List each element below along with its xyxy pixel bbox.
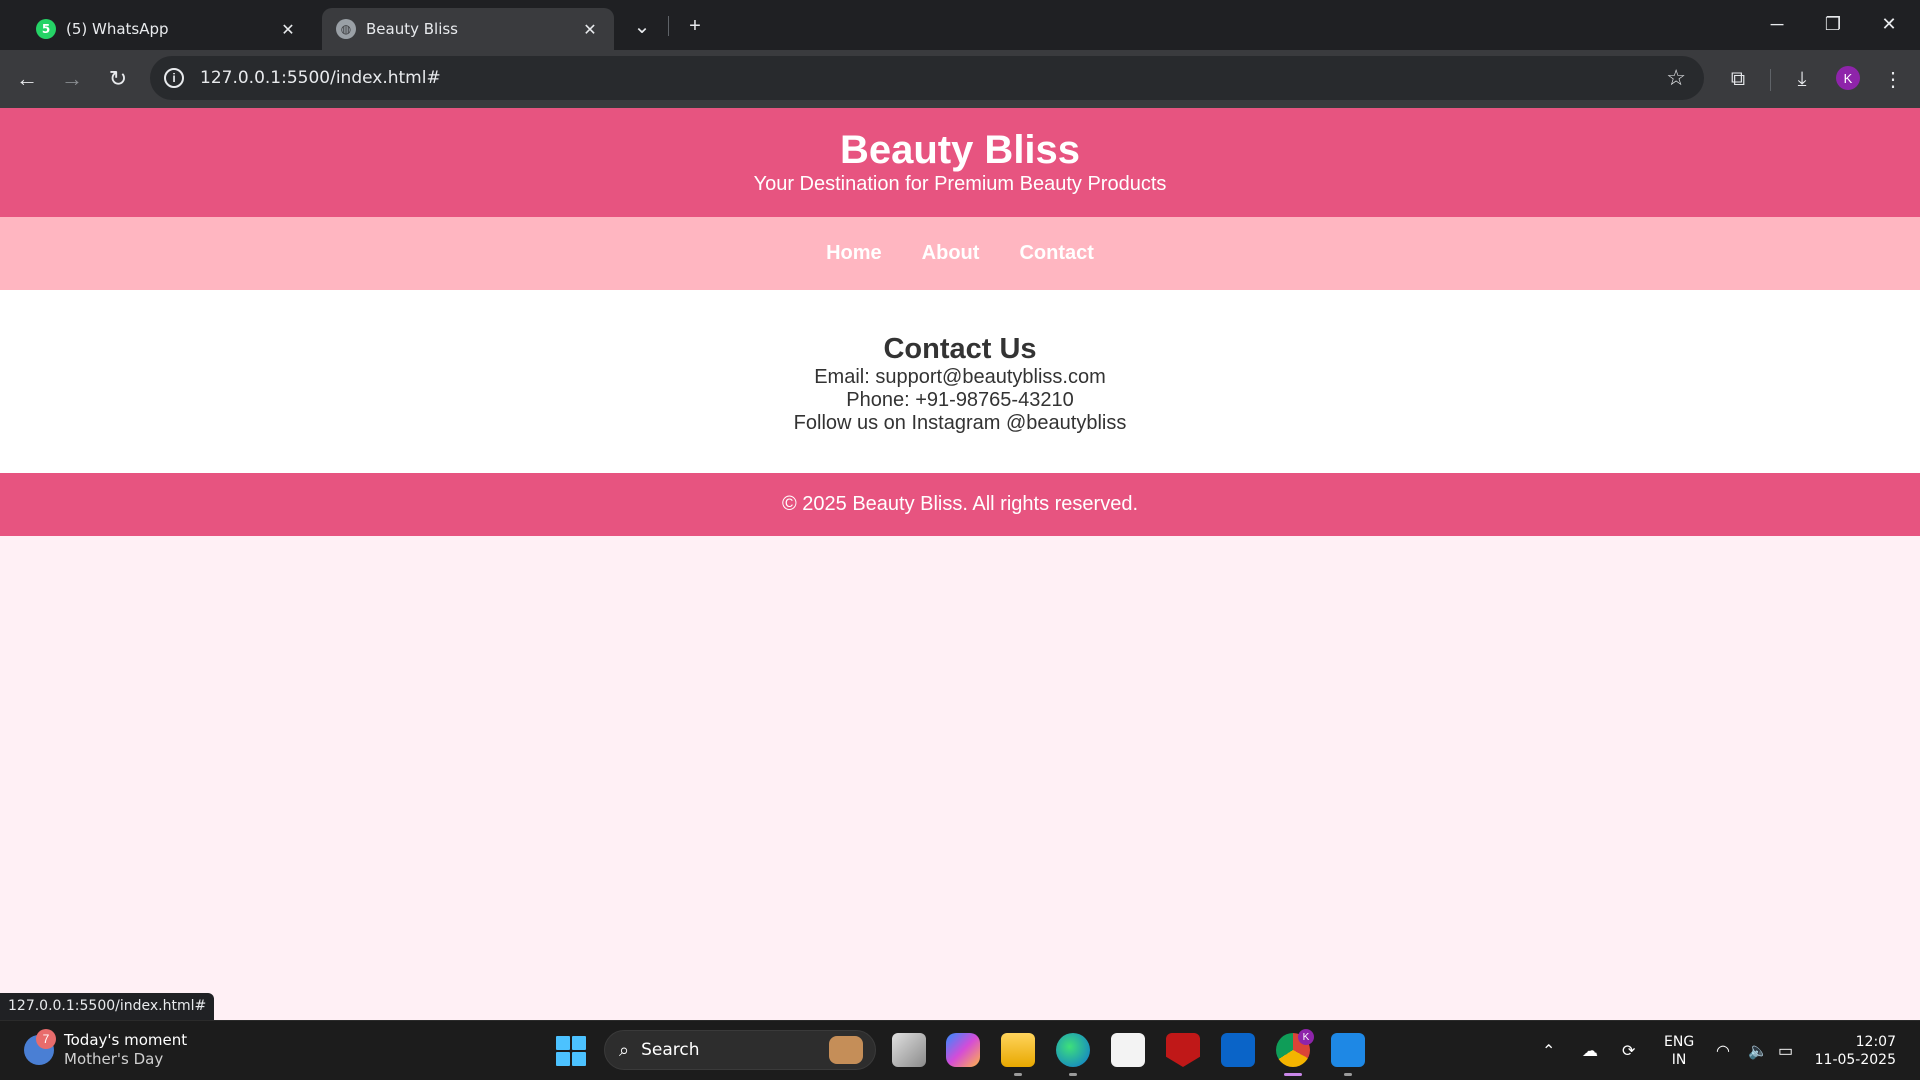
site-info-icon[interactable]: i bbox=[164, 68, 184, 88]
running-indicator bbox=[1069, 1073, 1077, 1076]
tab-beauty-bliss[interactable]: ◍ Beauty Bliss ✕ bbox=[322, 8, 614, 50]
chrome-profile-badge: K bbox=[1298, 1029, 1314, 1045]
new-tab-icon[interactable]: + bbox=[681, 12, 709, 40]
onedrive-cloud-icon[interactable]: ☁ bbox=[1582, 1021, 1598, 1080]
file-explorer-icon[interactable] bbox=[1001, 1033, 1035, 1067]
region-code: IN bbox=[1671, 1052, 1687, 1068]
contact-heading: Contact Us bbox=[883, 333, 1037, 365]
tab-search-chevron-icon[interactable]: ⌄ bbox=[628, 12, 656, 40]
browser-tab-strip: 5 (5) WhatsApp ✕ ◍ Beauty Bliss ✕ ⌄ + ─ … bbox=[0, 0, 1920, 50]
language-indicator[interactable]: ENG IN bbox=[1664, 1033, 1694, 1069]
volume-icon[interactable]: 🔈 bbox=[1748, 1021, 1768, 1080]
bookmark-star-icon[interactable]: ☆ bbox=[1666, 65, 1686, 91]
address-url[interactable]: 127.0.0.1:5500/index.html# bbox=[200, 68, 441, 88]
site-footer: © 2025 Beauty Bliss. All rights reserved… bbox=[0, 473, 1920, 536]
close-icon[interactable]: ✕ bbox=[580, 19, 600, 39]
mcafee-icon[interactable] bbox=[1166, 1033, 1200, 1067]
tab-title: Beauty Bliss bbox=[366, 20, 458, 38]
battery-icon[interactable]: ▭ bbox=[1778, 1021, 1793, 1080]
search-icon: ⌕ bbox=[619, 1039, 630, 1061]
nav-link-home[interactable]: Home bbox=[826, 242, 882, 265]
windows-start-icon[interactable] bbox=[556, 1036, 586, 1066]
copilot-icon[interactable] bbox=[946, 1033, 980, 1067]
contact-section: Contact Us Email: support@beautybliss.co… bbox=[0, 290, 1920, 473]
browser-toolbar: ← → ↻ i 127.0.0.1:5500/index.html# ☆ ⧉ ⤓… bbox=[0, 50, 1920, 108]
task-view-icon[interactable] bbox=[892, 1033, 926, 1067]
show-hidden-icons-chevron-icon[interactable]: ⌃ bbox=[1542, 1021, 1555, 1080]
microsoft-store-icon[interactable] bbox=[1111, 1033, 1145, 1067]
taskbar-search[interactable]: ⌕ Search bbox=[604, 1030, 876, 1070]
wifi-icon[interactable]: ◠ bbox=[1716, 1021, 1730, 1080]
search-label: Search bbox=[641, 1040, 700, 1060]
download-icon[interactable]: ⤓ bbox=[1787, 64, 1817, 94]
window-close-icon[interactable]: ✕ bbox=[1866, 8, 1912, 40]
chrome-icon[interactable]: K bbox=[1276, 1029, 1314, 1067]
close-icon[interactable]: ✕ bbox=[278, 19, 298, 39]
extensions-icon[interactable]: ⧉ bbox=[1723, 64, 1753, 94]
contact-instagram: Follow us on Instagram @beautybliss bbox=[793, 412, 1127, 434]
running-indicator bbox=[1344, 1073, 1352, 1076]
widget-title: Today's moment bbox=[64, 1031, 188, 1049]
contact-phone: Phone: +91-98765-43210 bbox=[846, 389, 1074, 411]
site-header: Beauty Bliss Your Destination for Premiu… bbox=[0, 108, 1920, 217]
vscode-icon[interactable] bbox=[1331, 1033, 1365, 1067]
contact-email: Email: support@beautybliss.com bbox=[814, 366, 1106, 388]
reload-icon[interactable]: ↻ bbox=[103, 64, 133, 94]
site-tagline: Your Destination for Premium Beauty Prod… bbox=[753, 173, 1167, 195]
status-bubble-url: 127.0.0.1:5500/index.html# bbox=[0, 993, 215, 1020]
notification-badge: 7 bbox=[36, 1029, 56, 1049]
site-title: Beauty Bliss bbox=[839, 128, 1081, 172]
globe-icon: ◍ bbox=[336, 19, 356, 39]
edge-icon[interactable] bbox=[1056, 1033, 1090, 1067]
forward-arrow-icon[interactable]: → bbox=[57, 64, 87, 94]
widget-icon: 7 bbox=[24, 1029, 56, 1065]
tab-divider bbox=[668, 16, 669, 36]
back-arrow-icon[interactable]: ← bbox=[12, 64, 42, 94]
nav-link-about[interactable]: About bbox=[922, 242, 980, 265]
tab-title: (5) WhatsApp bbox=[66, 20, 169, 38]
site-nav: Home About Contact bbox=[0, 217, 1920, 290]
clock-date: 11-05-2025 bbox=[1814, 1052, 1896, 1068]
profile-avatar[interactable]: K bbox=[1836, 66, 1860, 90]
toolbar-divider bbox=[1770, 69, 1771, 91]
web-page: Beauty Bliss Your Destination for Premiu… bbox=[0, 108, 1920, 1020]
taskbar: 7 Today's moment Mother's Day ⌕ Search K… bbox=[0, 1020, 1920, 1080]
active-indicator bbox=[1284, 1073, 1302, 1076]
menu-kebab-icon[interactable]: ⋮ bbox=[1878, 64, 1908, 94]
running-indicator bbox=[1014, 1073, 1022, 1076]
language-code: ENG bbox=[1664, 1034, 1695, 1050]
system-clock[interactable]: 12:07 11-05-2025 bbox=[1815, 1033, 1896, 1069]
nav-link-contact[interactable]: Contact bbox=[1019, 242, 1093, 265]
address-bar[interactable]: i 127.0.0.1:5500/index.html# ☆ bbox=[150, 56, 1704, 100]
sync-icon[interactable]: ⟳ bbox=[1622, 1021, 1635, 1080]
minimize-icon[interactable]: ─ bbox=[1754, 8, 1800, 40]
tab-whatsapp[interactable]: 5 (5) WhatsApp ✕ bbox=[22, 8, 312, 50]
restore-icon[interactable]: ❐ bbox=[1810, 8, 1856, 40]
widget-subtitle: Mother's Day bbox=[64, 1050, 164, 1068]
whatsapp-icon: 5 bbox=[36, 19, 56, 39]
search-highlight-art-icon bbox=[829, 1036, 863, 1064]
widgets-button[interactable]: 7 Today's moment Mother's Day bbox=[24, 1029, 188, 1069]
clock-time: 12:07 bbox=[1855, 1034, 1896, 1050]
outlook-icon[interactable] bbox=[1221, 1033, 1255, 1067]
